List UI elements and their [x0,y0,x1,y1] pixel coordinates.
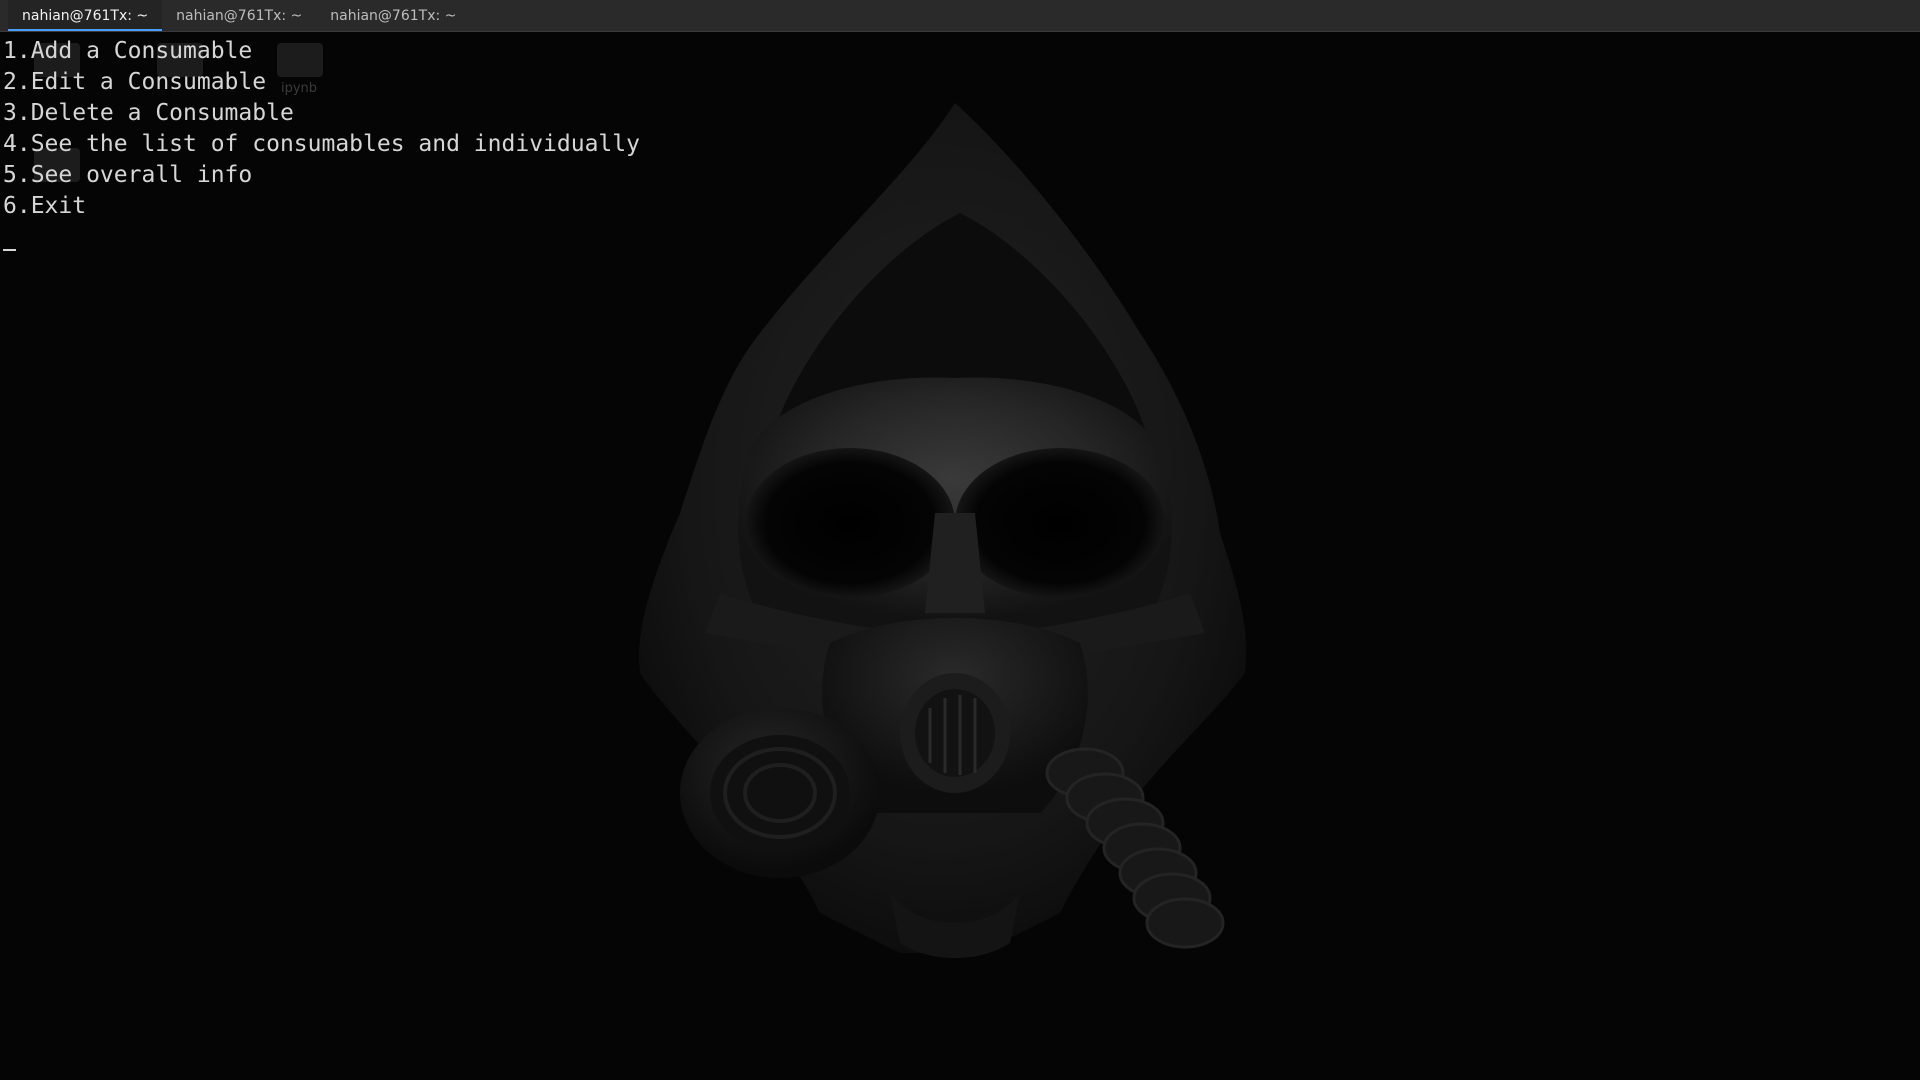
menu-option-list: 4.See the list of consumables and indivi… [3,131,640,157]
tab-label: nahian@761Tx: ~ [330,7,457,24]
tab-terminal-1[interactable]: nahian@761Tx: ~ [8,0,163,31]
text-cursor [3,248,16,251]
terminal-window: nahian@761Tx: ~ nahian@761Tx: ~ nahian@7… [0,0,1920,1080]
input-prompt-line[interactable] [3,234,640,265]
tab-bar: nahian@761Tx: ~ nahian@761Tx: ~ nahian@7… [0,0,1920,32]
tab-label: nahian@761Tx: ~ [176,7,303,24]
menu-option-exit: 6.Exit [3,193,87,219]
menu-option-add: 1.Add a Consumable [3,38,253,64]
menu-option-overall-info: 5.See overall info [3,162,253,188]
tab-terminal-3[interactable]: nahian@761Tx: ~ [316,0,470,31]
tab-terminal-2[interactable]: nahian@761Tx: ~ [162,0,316,31]
menu-option-delete: 3.Delete a Consumable [3,100,294,126]
tab-label: nahian@761Tx: ~ [22,7,149,24]
menu-option-edit: 2.Edit a Consumable [3,69,267,95]
terminal-output: 1.Add a Consumable 2.Edit a Consumable 3… [3,36,640,265]
terminal-viewport[interactable]: ipynb 1.Add a Consumable 2.Edit a Consum… [0,33,1920,1080]
